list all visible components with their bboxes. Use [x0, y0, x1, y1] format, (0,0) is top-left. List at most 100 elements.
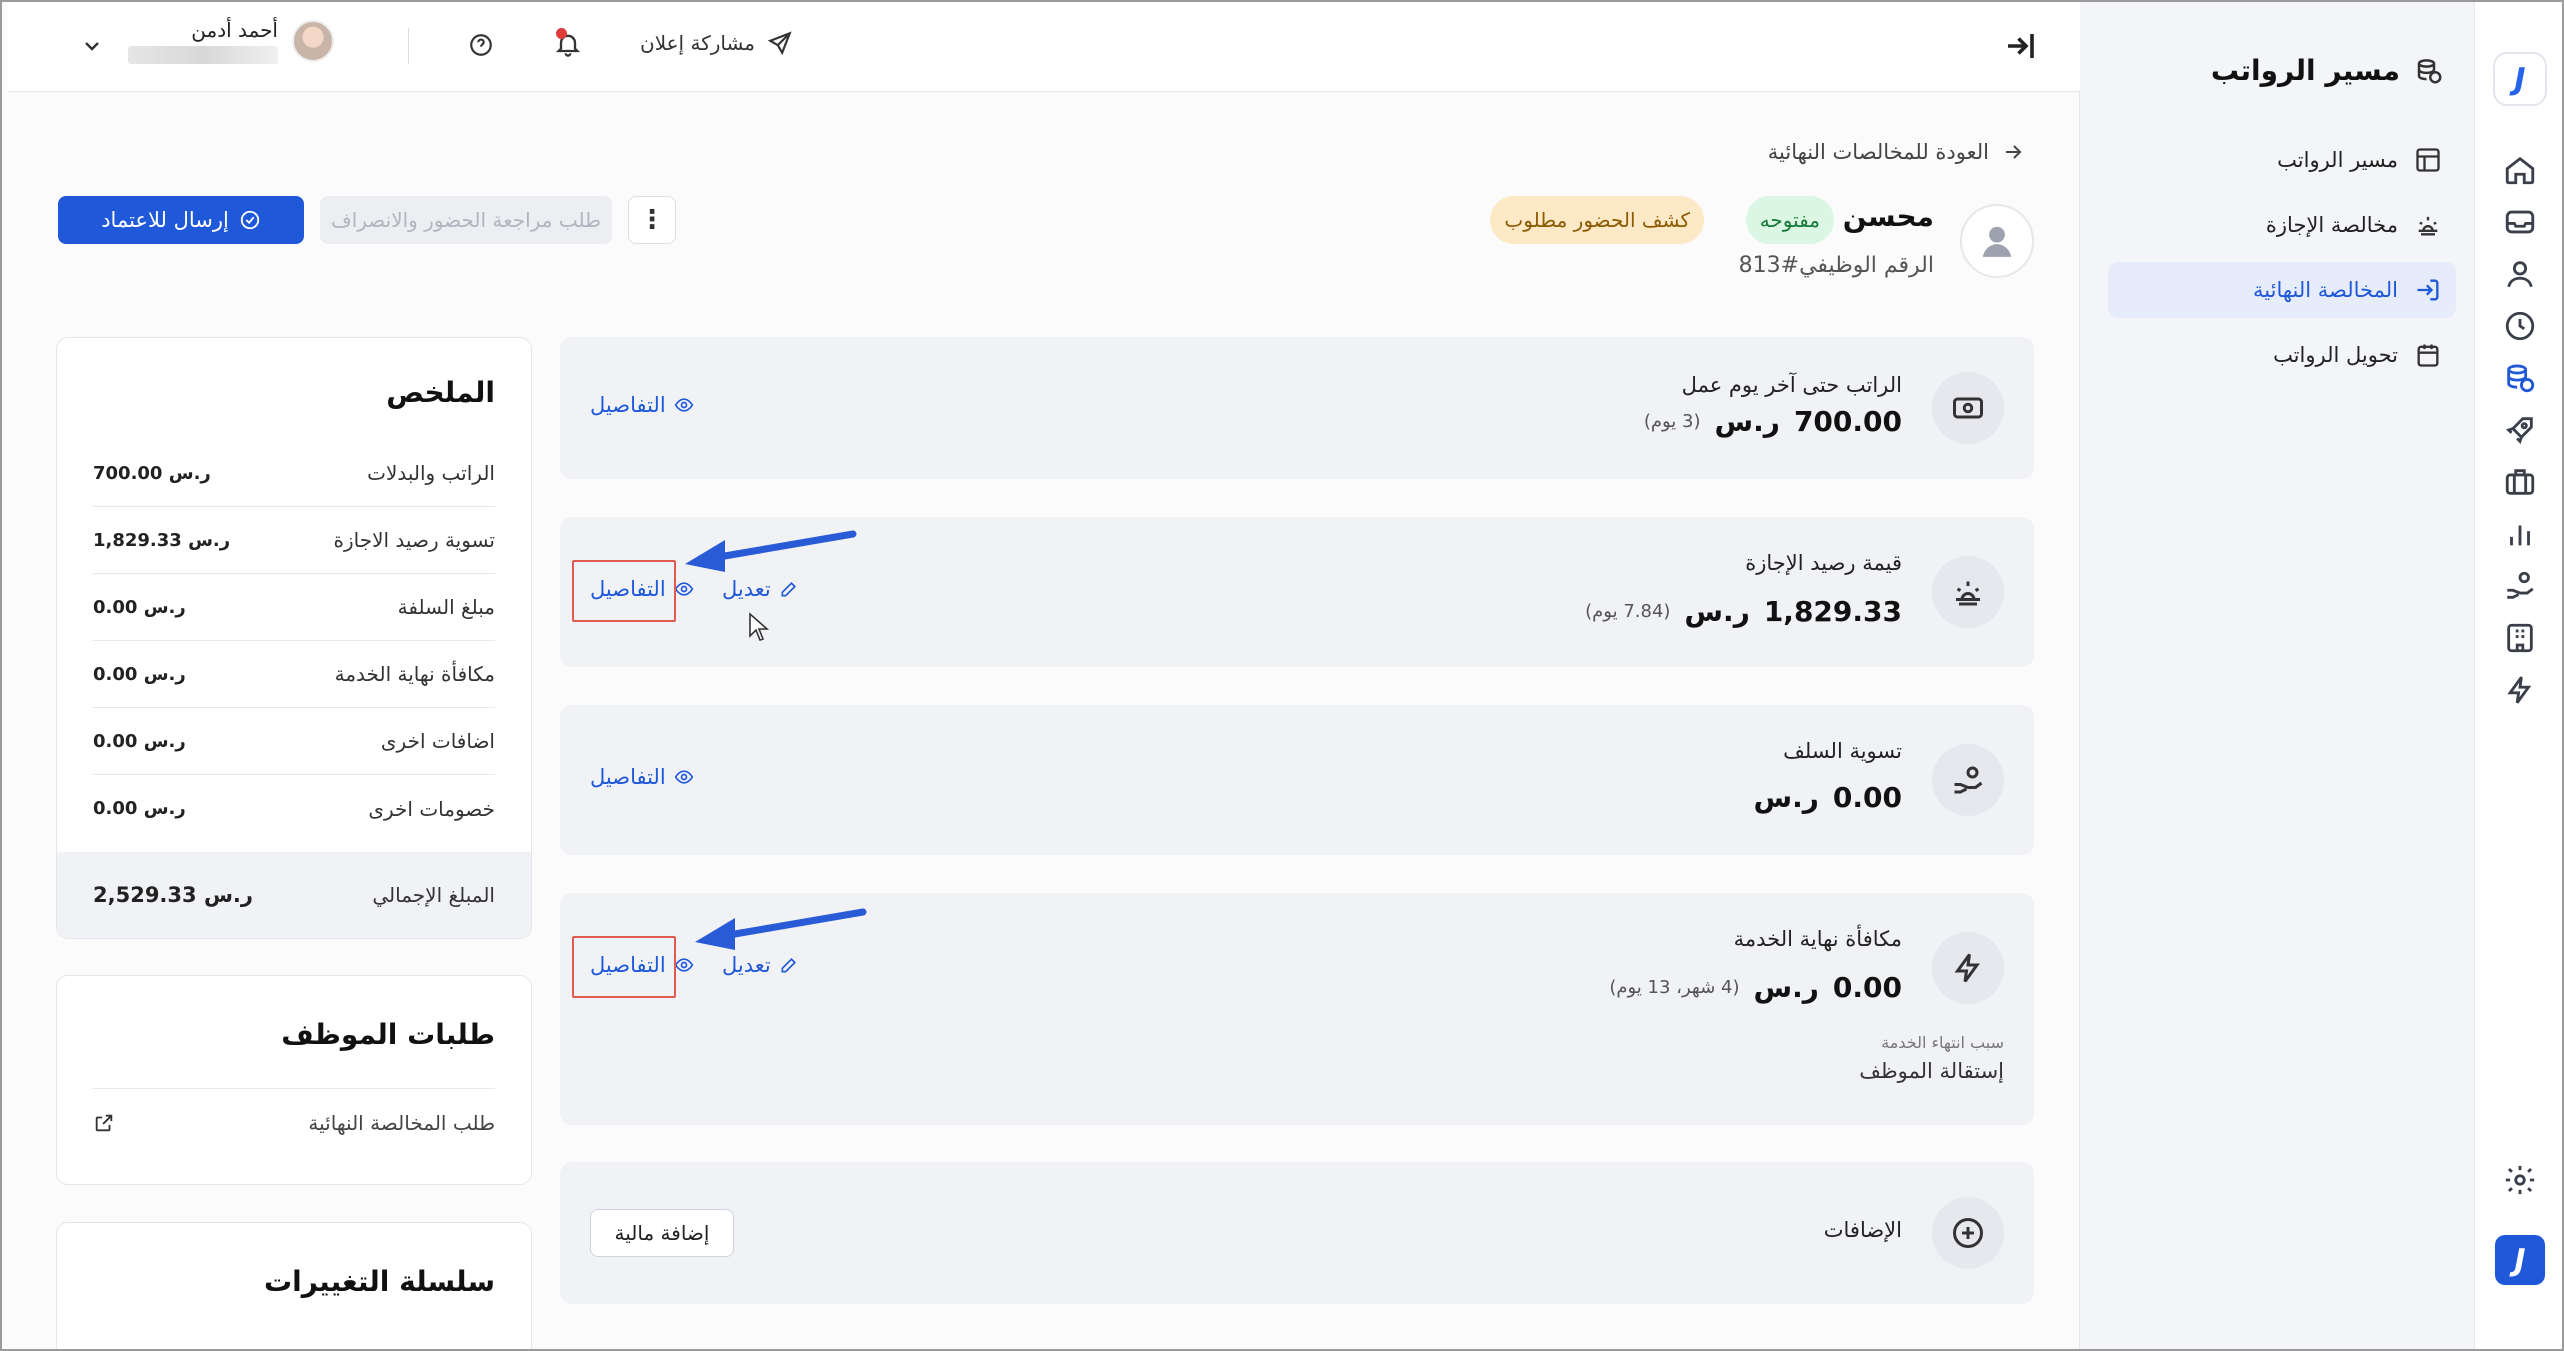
user-names: أحمد أدمن	[128, 18, 278, 64]
amount-value: 700.00	[1793, 405, 1902, 438]
final-settlement-request-link[interactable]: طلب المخالصة النهائية	[93, 1111, 495, 1135]
share-announcement-button[interactable]: مشاركة إعلان	[640, 30, 793, 56]
rocket-icon[interactable]	[2500, 410, 2540, 450]
eye-icon	[674, 958, 693, 972]
summary-value: 0.00 ر.س	[93, 663, 186, 685]
annotation-highlight-box	[572, 936, 676, 998]
termination-reason-label: سبب انتهاء الخدمة	[1881, 1033, 2004, 1052]
lightning-icon[interactable]	[2500, 670, 2540, 710]
top-bar: مشاركة إعلان أحمد أدمن	[8, 0, 2080, 92]
request-attendance-review-button[interactable]: طلب مراجعة الحضور والانصراف	[320, 196, 612, 244]
card-amount: 700.00 ر.س (3 يوم)	[1644, 405, 1902, 438]
end-of-service-card: مكافأة نهاية الخدمة 0.00 ر.س (4 شهر، 13 …	[560, 893, 2034, 1125]
summary-row: 0.00 ر.س اضافات اخرى	[93, 708, 495, 775]
card-amount: 0.00 ر.س (4 شهر، 13 يوم)	[1609, 971, 1902, 1004]
change-log-title: سلسلة التغييرات	[264, 1265, 495, 1298]
amount-value: 1,829.33	[1763, 595, 1902, 628]
sidebar-item-leave-settlement[interactable]: مخالصة الإجازة	[2108, 197, 2456, 253]
status-badge-open: مفتوحه	[1745, 196, 1834, 244]
help-button[interactable]	[468, 32, 498, 62]
briefcase-icon[interactable]	[2500, 462, 2540, 502]
settings-icon[interactable]	[2500, 1160, 2540, 1200]
sidebar-item-label: المخالصة النهائية	[2253, 278, 2398, 302]
requests-title: طلبات الموظف	[281, 1018, 495, 1051]
calendar-icon	[2417, 344, 2439, 367]
add-financial-button[interactable]: إضافة مالية	[590, 1209, 734, 1257]
summary-label: مبلغ السلفة	[397, 595, 495, 619]
external-link-icon	[95, 1114, 113, 1132]
summary-label: مكافأة نهاية الخدمة	[334, 662, 495, 686]
summary-label: الراتب والبدلات	[367, 461, 495, 485]
exit-icon	[2417, 279, 2439, 301]
chevron-down-icon[interactable]	[80, 34, 104, 63]
currency: ر.س	[1753, 971, 1819, 1004]
employee-id: الرقم الوظيفي#813	[1738, 253, 1934, 278]
more-options-button[interactable]: ⋮	[628, 196, 676, 244]
icon-rail: J J	[2474, 0, 2564, 1351]
eye-icon	[674, 582, 693, 596]
sidebar-item-label: تحويل الرواتب	[2273, 343, 2398, 367]
user-placeholder-icon	[1982, 226, 2012, 257]
sunset-icon	[1932, 556, 2004, 628]
home-icon[interactable]	[2500, 150, 2540, 190]
summary-label: اضافات اخرى	[380, 729, 495, 753]
sidebar-item-salary-transfer[interactable]: تحويل الرواتب	[2108, 327, 2456, 383]
card-title: تسوية السلف	[1783, 739, 1902, 763]
details-link[interactable]: التفاصيل	[590, 765, 694, 789]
cash-icon	[1932, 372, 2004, 444]
app-logo[interactable]: J	[2493, 52, 2547, 106]
bar-chart-icon[interactable]	[2500, 514, 2540, 554]
jisr-app-icon[interactable]: J	[2495, 1235, 2545, 1285]
sidebar-item-final-settlement[interactable]: المخالصة النهائية	[2108, 262, 2456, 318]
payroll-icon[interactable]	[2500, 358, 2540, 398]
eye-icon	[674, 398, 693, 412]
table-icon	[2416, 148, 2440, 172]
employee-requests-panel: طلبات الموظف طلب المخالصة النهائية	[56, 975, 532, 1185]
sidebar-item-payroll[interactable]: مسير الرواتب	[2108, 132, 2456, 188]
back-link[interactable]: العودة للمخالصات النهائية	[1768, 140, 2025, 164]
edit-label: تعديل	[722, 953, 771, 977]
details-label: التفاصيل	[590, 765, 666, 789]
question-icon	[470, 34, 492, 56]
collapse-sidebar-icon[interactable]	[2002, 28, 2042, 68]
edit-link[interactable]: تعديل	[722, 953, 799, 977]
hand-coin-icon[interactable]	[2500, 566, 2540, 606]
send-for-approval-button[interactable]: إرسال للاعتماد	[58, 196, 304, 244]
building-icon[interactable]	[2500, 618, 2540, 658]
summary-value: 700.00 ر.س	[93, 462, 211, 484]
summary-panel: الملخص 700.00 ر.س الراتب والبدلات 1,829.…	[56, 337, 532, 939]
amount-value: 0.00	[1832, 971, 1902, 1004]
send-button-label: إرسال للاعتماد	[101, 208, 229, 232]
request-item-label: طلب المخالصة النهائية	[308, 1111, 495, 1135]
inbox-icon[interactable]	[2500, 202, 2540, 242]
termination-reason-value: إستقالة الموظف	[1859, 1059, 2004, 1083]
card-title: الإضافات	[1823, 1218, 1902, 1242]
summary-label: تسوية رصيد الاجازة	[333, 528, 495, 552]
user-icon[interactable]	[2500, 254, 2540, 294]
summary-row: 0.00 ر.س خصومات اخرى	[93, 775, 495, 842]
payroll-icon	[2417, 58, 2442, 83]
clock-icon[interactable]	[2500, 306, 2540, 346]
summary-title: الملخص	[386, 376, 495, 409]
plus-circle-icon	[1932, 1197, 2004, 1269]
main-content: مشاركة إعلان أحمد أدمن العودة للمخالصات …	[8, 0, 2080, 1351]
summary-value: 1,829.33 ر.س	[93, 529, 231, 551]
user-name: أحمد أدمن	[191, 18, 278, 42]
edit-link[interactable]: تعديل	[722, 577, 799, 601]
currency: ر.س	[1684, 595, 1750, 628]
summary-row: 0.00 ر.س مبلغ السلفة	[93, 574, 495, 641]
sidebar-item-label: مسير الرواتب	[2277, 148, 2398, 172]
notifications-button[interactable]	[554, 28, 586, 62]
card-amount: 1,829.33 ر.س (7.84 يوم)	[1585, 595, 1902, 628]
details-link[interactable]: التفاصيل	[590, 393, 694, 417]
pencil-icon	[781, 581, 796, 597]
edit-label: تعديل	[722, 577, 771, 601]
summary-total-row: 2,529.33 ر.س المبلغ الإجمالي	[57, 852, 531, 938]
summary-row: 700.00 ر.س الراتب والبدلات	[93, 440, 495, 507]
employee-avatar	[1960, 204, 2034, 278]
user-menu[interactable]: أحمد أدمن	[128, 18, 334, 64]
salary-card: الراتب حتى آخر يوم عمل 700.00 ر.س (3 يوم…	[560, 337, 2034, 479]
summary-value: 0.00 ر.س	[93, 596, 186, 618]
change-log-panel: سلسلة التغييرات	[56, 1222, 532, 1351]
eye-icon	[674, 770, 693, 784]
